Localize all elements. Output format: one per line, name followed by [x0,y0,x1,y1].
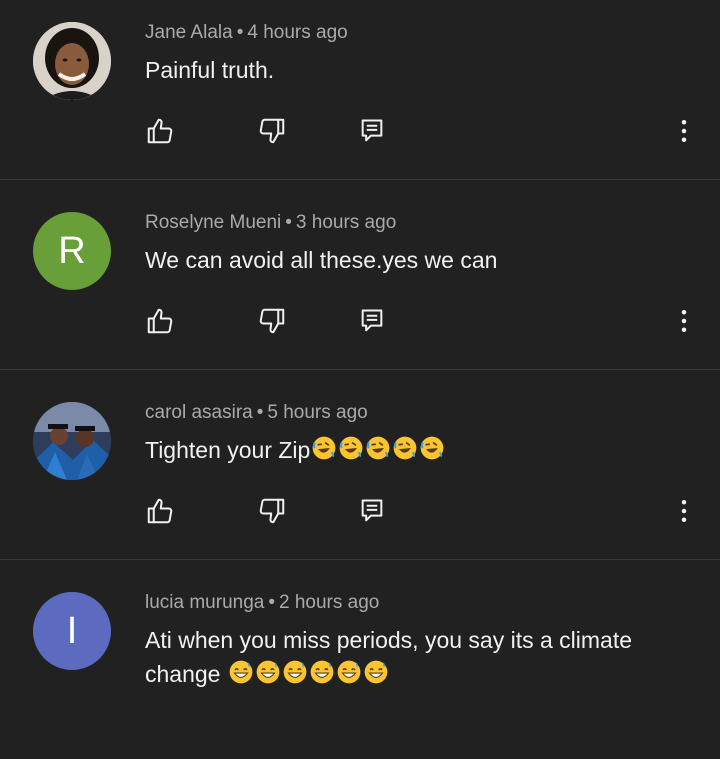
thumbs-up-icon [147,498,173,524]
comment-author[interactable]: Jane Alala [145,22,233,43]
rofl-emoji [366,436,390,460]
more-vertical-icon [681,310,687,332]
comment-item: Jane Alala • 4 hours ago Painful truth. [0,0,720,189]
dislike-button[interactable] [257,116,287,146]
like-button[interactable] [145,306,175,336]
grinning-sweat-emoji [310,660,334,684]
comment-time[interactable]: 3 hours ago [296,212,396,233]
rofl-emoji [339,436,363,460]
comment-time[interactable]: 2 hours ago [279,592,379,613]
reply-icon [361,309,383,332]
meta-separator: • [256,402,264,423]
dislike-button[interactable] [257,306,287,336]
emoji-group [310,436,445,463]
thumbs-down-icon [259,498,285,524]
grinning-sweat-emoji [229,660,253,684]
comment-meta: Roselyne Mueni • 3 hours ago [145,212,396,234]
rofl-emoji [312,436,336,460]
avatar[interactable] [33,402,111,480]
comment-item: I lucia murunga • 2 hours ago Ati when you… [0,570,720,759]
comment-time[interactable]: 5 hours ago [267,402,367,423]
like-button[interactable] [145,496,175,526]
avatar[interactable]: R [33,212,111,290]
emoji-group [227,660,389,687]
more-vertical-icon [681,500,687,522]
comment-item: R Roselyne Mueni • 3 hours ago We can avoi… [0,190,720,379]
meta-separator: • [236,22,244,43]
comment-text: We can avoid all these.yes we can [145,243,685,277]
comment-text-content: We can avoid all these.yes we can [145,247,498,273]
comment-text: Ati when you miss periods, you say its a… [145,623,685,691]
more-options-button[interactable] [669,496,699,526]
comment-author[interactable]: lucia murunga [145,592,264,613]
reply-icon [361,119,383,142]
comment-text: Tighten your Zip [145,433,685,467]
divider [0,179,720,180]
meta-separator: • [268,592,275,613]
comment-meta: carol asasira • 5 hours ago [145,402,368,424]
reply-button[interactable] [357,496,387,526]
reply-button[interactable] [357,306,387,336]
avatar-letter: I [66,609,78,652]
rofl-emoji [420,436,444,460]
thumbs-down-icon [259,118,285,144]
grinning-sweat-emoji [337,660,361,684]
grinning-sweat-emoji [283,660,307,684]
avatar-letter: R [58,229,86,272]
thumbs-down-icon [259,308,285,334]
grinning-sweat-emoji [364,660,388,684]
reply-icon [361,499,383,522]
comment-meta: Jane Alala • 4 hours ago [145,22,348,44]
avatar[interactable] [33,22,111,100]
more-vertical-icon [681,120,687,142]
more-options-button[interactable] [669,306,699,336]
thumbs-up-icon [147,308,173,334]
comment-text-content: Painful truth. [145,57,275,83]
grinning-sweat-emoji [256,660,280,684]
comment-meta: lucia murunga • 2 hours ago [145,592,379,614]
more-options-button[interactable] [669,116,699,146]
avatar[interactable]: I [33,592,111,670]
comment-author[interactable]: carol asasira [145,402,253,423]
thumbs-up-icon [147,118,173,144]
meta-separator: • [285,212,292,233]
comment-text: Painful truth. [145,53,685,87]
divider [0,369,720,370]
reply-button[interactable] [357,116,387,146]
comment-item: carol asasira • 5 hours ago Tighten your Z… [0,380,720,569]
comment-time[interactable]: 4 hours ago [247,22,347,43]
comment-text-content: Tighten your Zip [145,437,311,463]
divider [0,559,720,560]
rofl-emoji [393,436,417,460]
comment-author[interactable]: Roselyne Mueni [145,212,281,233]
like-button[interactable] [145,116,175,146]
dislike-button[interactable] [257,496,287,526]
